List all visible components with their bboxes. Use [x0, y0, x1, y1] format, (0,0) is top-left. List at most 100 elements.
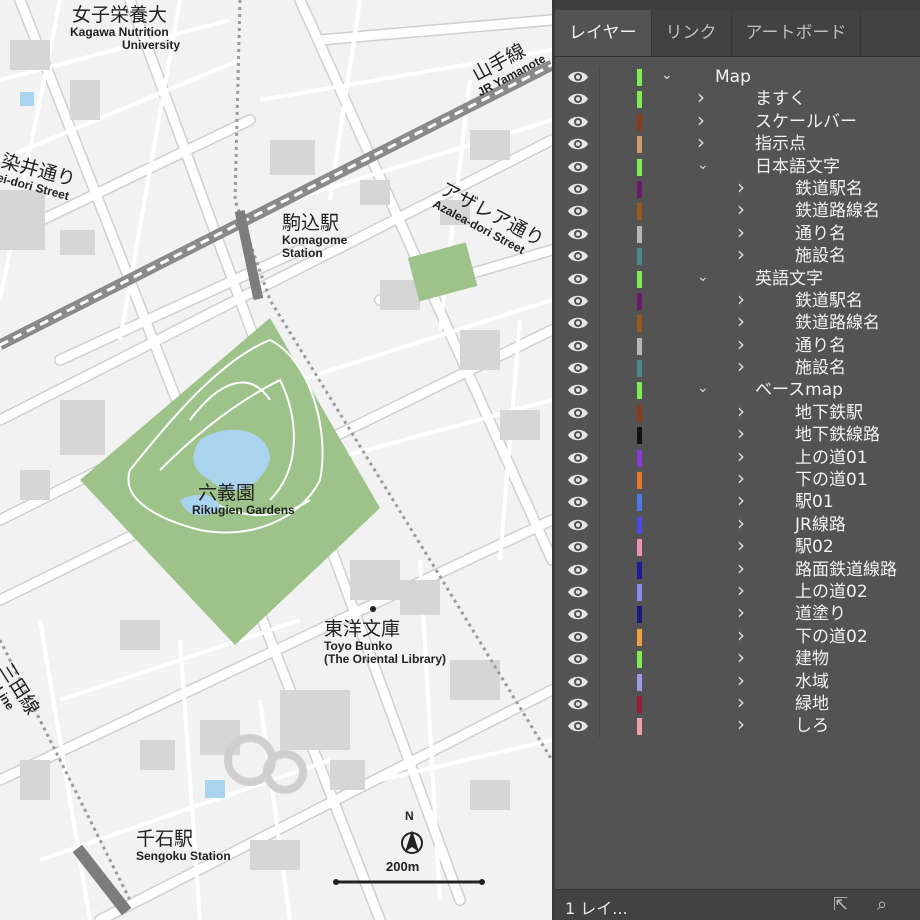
eye-icon[interactable] — [567, 717, 589, 735]
eye-icon[interactable] — [567, 158, 589, 176]
row-divider — [599, 491, 600, 514]
chevron-right-icon[interactable]: › — [697, 108, 705, 132]
eye-icon[interactable] — [567, 90, 589, 108]
eye-icon[interactable] — [567, 225, 589, 243]
eye-icon[interactable] — [567, 202, 589, 220]
layer-name: 駅01 — [795, 492, 834, 513]
chevron-down-icon[interactable]: ⌄ — [697, 269, 709, 285]
chevron-right-icon[interactable]: › — [737, 197, 745, 221]
chevron-right-icon[interactable]: › — [737, 488, 745, 512]
eye-icon[interactable] — [567, 471, 589, 489]
eye-icon[interactable] — [567, 359, 589, 377]
layer-row[interactable]: › スケールバー — [555, 108, 920, 134]
chevron-right-icon[interactable]: › — [697, 130, 705, 154]
chevron-right-icon[interactable]: › — [737, 623, 745, 647]
chevron-right-icon[interactable]: › — [737, 466, 745, 490]
search-icon[interactable]: ⌕ — [877, 894, 887, 915]
eye-icon[interactable] — [567, 270, 589, 288]
eye-icon[interactable] — [567, 135, 589, 153]
eye-icon[interactable] — [567, 113, 589, 131]
eye-icon[interactable] — [567, 68, 589, 86]
layer-row[interactable]: › ますく — [555, 85, 920, 111]
chevron-down-icon[interactable]: ⌄ — [697, 380, 709, 396]
eye-icon[interactable] — [567, 673, 589, 691]
layer-name: 駅02 — [795, 537, 834, 558]
eye-icon[interactable] — [567, 337, 589, 355]
label-kagawa-en1: Kagawa Nutrition — [70, 24, 169, 39]
chevron-right-icon[interactable]: › — [737, 712, 745, 736]
label-rikugien-en: Rikugien Gardens — [192, 502, 295, 517]
layer-row[interactable]: › 施設名 — [555, 354, 920, 380]
tab-links[interactable]: リンク — [652, 10, 732, 56]
chevron-right-icon[interactable]: › — [737, 354, 745, 378]
layer-row[interactable]: › 施設名 — [555, 242, 920, 268]
layer-name: 鉄道駅名 — [795, 178, 863, 199]
layer-color-swatch — [637, 583, 642, 601]
eye-icon[interactable] — [567, 314, 589, 332]
chevron-down-icon[interactable]: ⌄ — [697, 157, 709, 173]
chevron-right-icon[interactable]: › — [737, 399, 745, 423]
chevron-down-icon[interactable]: ⌄ — [661, 67, 673, 83]
panel-tabs: レイヤー リンク アートボード — [555, 10, 920, 57]
layer-row[interactable]: › 指示点 — [555, 130, 920, 156]
chevron-right-icon[interactable]: › — [737, 421, 745, 445]
tab-artboards[interactable]: アートボード — [732, 10, 862, 56]
row-divider — [599, 133, 600, 156]
panel-footer: 1 レイ... ⇱ ⌕ — [555, 889, 920, 920]
chevron-right-icon[interactable]: › — [737, 600, 745, 624]
chevron-right-icon[interactable]: › — [737, 332, 745, 356]
chevron-right-icon[interactable]: › — [737, 578, 745, 602]
layer-color-swatch — [637, 113, 642, 131]
chevron-right-icon[interactable]: › — [737, 668, 745, 692]
label-komagome-station: 駒込駅 Komagome Station — [282, 212, 347, 259]
layer-name: 地下鉄線路 — [795, 425, 880, 446]
chevron-right-icon[interactable]: › — [737, 287, 745, 311]
eye-icon[interactable] — [567, 180, 589, 198]
chevron-right-icon[interactable]: › — [737, 444, 745, 468]
layer-name: 日本語文字 — [755, 156, 840, 177]
chevron-right-icon[interactable]: › — [737, 220, 745, 244]
row-divider — [599, 267, 600, 290]
chevron-right-icon[interactable]: › — [697, 85, 705, 109]
eye-icon[interactable] — [567, 292, 589, 310]
chevron-right-icon[interactable]: › — [737, 690, 745, 714]
eye-icon[interactable] — [567, 628, 589, 646]
layer-name: 道塗り — [795, 604, 846, 625]
eye-icon[interactable] — [567, 381, 589, 399]
eye-icon[interactable] — [567, 247, 589, 265]
layer-name: 通り名 — [795, 335, 846, 356]
eye-icon[interactable] — [567, 583, 589, 601]
eye-icon[interactable] — [567, 493, 589, 511]
layer-name: ますく — [755, 89, 806, 110]
layer-color-swatch — [637, 360, 642, 378]
layer-name: 上の道01 — [795, 447, 868, 468]
chevron-right-icon[interactable]: › — [737, 309, 745, 333]
layer-color-swatch — [637, 203, 642, 221]
row-divider — [599, 289, 600, 313]
chevron-right-icon[interactable]: › — [737, 556, 745, 580]
eye-icon[interactable] — [567, 650, 589, 668]
label-kagawa-university: 女子栄養大 Kagawa Nutrition University — [70, 5, 180, 51]
chevron-right-icon[interactable]: › — [737, 645, 745, 669]
eye-icon[interactable] — [567, 561, 589, 579]
tab-layers[interactable]: レイヤー — [555, 10, 652, 56]
map-canvas[interactable]: 女子栄養大 Kagawa Nutrition University 山手線 JR… — [0, 0, 552, 920]
eye-icon[interactable] — [567, 605, 589, 623]
panel-title-bar[interactable] — [555, 0, 920, 10]
eye-icon[interactable] — [567, 426, 589, 444]
chevron-right-icon[interactable]: › — [737, 511, 745, 535]
chevron-right-icon[interactable]: › — [737, 533, 745, 557]
layer-row[interactable]: ⌄ Map — [555, 66, 920, 89]
eye-icon[interactable] — [567, 695, 589, 713]
eye-icon[interactable] — [567, 538, 589, 556]
label-komagome-ja: 駒込駅 — [282, 212, 340, 234]
eye-icon[interactable] — [567, 449, 589, 467]
eye-icon[interactable] — [567, 516, 589, 534]
eye-icon[interactable] — [567, 404, 589, 422]
layer-row[interactable]: › しろ — [555, 712, 920, 738]
layer-color-swatch — [637, 315, 642, 333]
chevron-right-icon[interactable]: › — [737, 175, 745, 199]
chevron-right-icon[interactable]: › — [737, 242, 745, 266]
export-icon[interactable]: ⇱ — [833, 894, 848, 915]
layer-name: スケールバー — [755, 111, 857, 132]
